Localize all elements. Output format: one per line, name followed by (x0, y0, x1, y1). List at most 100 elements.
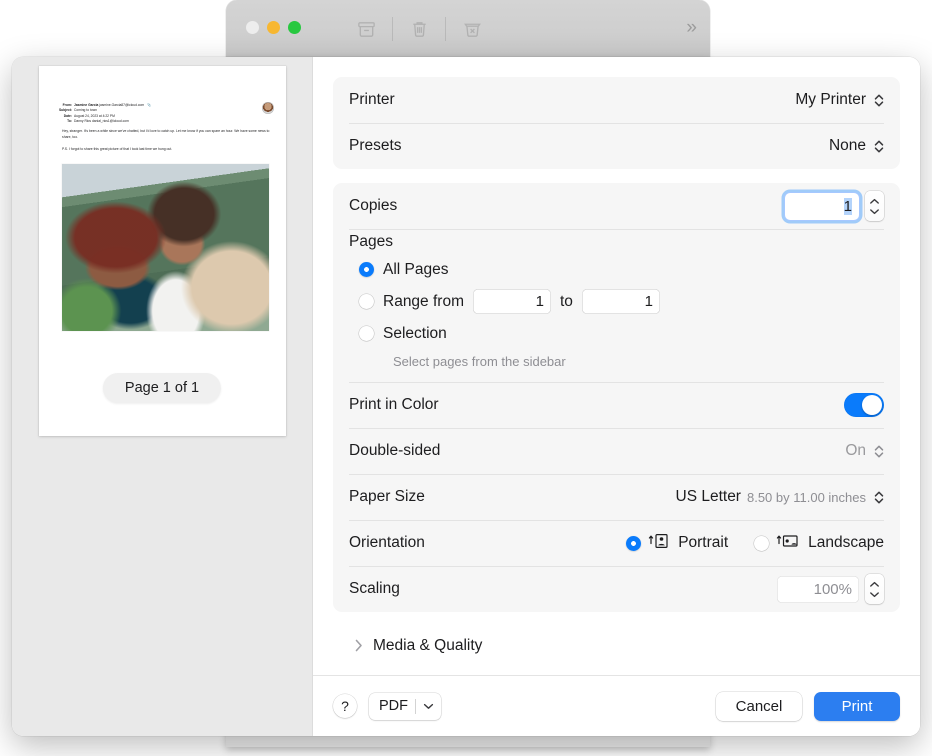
pages-label: Pages (349, 233, 884, 251)
settings-scroll-area: Printer My Printer Presets (313, 57, 920, 675)
pages-option-label: Selection (383, 325, 447, 343)
paper-size-value: US Letter (676, 488, 741, 506)
pages-option-label: All Pages (383, 261, 448, 279)
dialog-footer: ? PDF Cancel Print (313, 675, 920, 736)
print-in-color-row: Print in Color (333, 382, 900, 428)
orientation-option-portrait[interactable]: Portrait (626, 533, 728, 554)
portrait-icon (648, 533, 671, 554)
minimize-window-button[interactable] (267, 21, 280, 34)
pdf-menu-button[interactable]: PDF (369, 693, 441, 720)
mail-window-toolbar: » (226, 0, 710, 57)
paper-size-popup[interactable]: US Letter 8.50 by 11.00 inches (676, 488, 885, 506)
email-header: From: Jasmine Garcia jasmine.Garcia87@ic… (49, 103, 276, 125)
sender-address: jasmine.Garcia87@icloud.com (99, 103, 144, 107)
chevron-right-icon[interactable] (355, 639, 363, 654)
pages-option-range[interactable]: Range from 1 to 1 (359, 288, 884, 315)
orientation-option-label: Landscape (808, 534, 884, 552)
toolbar-separator (445, 17, 446, 41)
printer-value: My Printer (795, 91, 866, 109)
presets-row[interactable]: Presets None (333, 123, 900, 169)
junk-icon[interactable] (450, 13, 494, 45)
email-body-paragraph: Hey, stranger. It's been a while since w… (62, 128, 276, 140)
presets-value: None (829, 137, 866, 155)
paper-size-detail: 8.50 by 11.00 inches (747, 490, 866, 505)
radio-range[interactable] (359, 294, 374, 309)
print-preview-pane: From: Jasmine Garcia jasmine.Garcia87@ic… (12, 57, 313, 736)
printer-group: Printer My Printer Presets (333, 77, 900, 169)
print-dialog: From: Jasmine Garcia jasmine.Garcia87@ic… (12, 57, 920, 736)
mail-toolbar-icons (344, 12, 494, 46)
email-photo (62, 164, 269, 331)
scaling-label: Scaling (349, 580, 400, 598)
copies-input[interactable]: 1 (785, 193, 859, 220)
archive-icon[interactable] (344, 13, 388, 45)
range-to-input[interactable]: 1 (582, 289, 660, 314)
landscape-icon (776, 533, 801, 554)
radio-landscape[interactable] (754, 536, 769, 551)
orientation-label: Orientation (349, 534, 425, 552)
pdf-label: PDF (379, 698, 408, 714)
print-in-color-label: Print in Color (349, 396, 439, 414)
paper-size-row[interactable]: Paper Size US Letter 8.50 by 11.00 inche… (333, 474, 900, 520)
email-header-row: To: Danny Rios danial_rios1@icloud.com (49, 119, 276, 124)
help-button[interactable]: ? (333, 694, 357, 718)
double-sided-row[interactable]: Double-sided On (333, 428, 900, 474)
zoom-window-button[interactable] (288, 21, 301, 34)
printer-row[interactable]: Printer My Printer (333, 77, 900, 123)
media-quality-label: Media & Quality (373, 637, 482, 655)
scaling-stepper[interactable] (865, 574, 884, 604)
orientation-option-label: Portrait (678, 534, 728, 552)
radio-portrait[interactable] (626, 536, 641, 551)
printer-label: Printer (349, 91, 395, 109)
print-settings-pane: Printer My Printer Presets (313, 57, 920, 736)
pages-hint: Select pages from the sidebar (359, 354, 884, 369)
scaling-value: 100% (814, 581, 852, 598)
email-body-paragraph: P.S. I forgot to share this great pictur… (62, 146, 276, 152)
toggle-knob (862, 395, 882, 415)
scaling-input[interactable]: 100% (777, 576, 859, 603)
email-field-label: To: (49, 119, 74, 124)
avatar (262, 102, 274, 114)
pages-option-selection[interactable]: Selection (359, 320, 884, 347)
paper-size-label: Paper Size (349, 488, 425, 506)
chevron-updown-icon (874, 92, 884, 109)
pages-options: All Pages Range from 1 to (349, 256, 884, 369)
double-sided-label: Double-sided (349, 442, 440, 460)
pages-option-all[interactable]: All Pages (359, 256, 884, 283)
print-in-color-toggle[interactable] (844, 393, 884, 417)
sender-name: Jasmine Garcia (74, 103, 98, 107)
copies-stepper[interactable] (865, 191, 884, 221)
pdf-divider (415, 699, 416, 714)
page-indicator-badge: Page 1 of 1 (103, 373, 221, 403)
toolbar-overflow-icon[interactable]: » (686, 14, 694, 42)
toolbar-separator (392, 17, 393, 41)
presets-label: Presets (349, 137, 402, 155)
print-button[interactable]: Print (814, 692, 900, 721)
presets-popup[interactable]: None (829, 137, 884, 155)
radio-selection[interactable] (359, 326, 374, 341)
double-sided-value: On (845, 442, 866, 460)
chevron-updown-icon (874, 138, 884, 155)
printer-popup[interactable]: My Printer (795, 91, 884, 109)
chevron-down-icon (423, 698, 434, 714)
copies-value: 1 (844, 198, 852, 215)
orientation-row: Orientation (333, 520, 900, 566)
scaling-row: Scaling 100% (333, 566, 900, 612)
double-sided-popup[interactable]: On (845, 442, 884, 460)
range-to-value: 1 (645, 293, 653, 310)
cancel-button[interactable]: Cancel (716, 692, 802, 721)
options-group: Copies 1 Pages (333, 183, 900, 612)
traffic-lights (246, 21, 301, 34)
chevron-updown-icon (874, 489, 884, 506)
media-quality-disclosure[interactable]: Media & Quality (333, 626, 900, 662)
radio-all-pages[interactable] (359, 262, 374, 277)
pages-block: Pages All Pages Range from (333, 229, 900, 382)
copies-label: Copies (349, 197, 397, 215)
paperclip-icon: 📎 (147, 103, 151, 107)
trash-icon[interactable] (397, 13, 441, 45)
close-window-button[interactable] (246, 21, 259, 34)
range-from-input[interactable]: 1 (473, 289, 551, 314)
orientation-option-landscape[interactable]: Landscape (754, 533, 884, 554)
chevron-updown-icon (874, 443, 884, 460)
pages-row: Pages All Pages Range from (333, 229, 900, 382)
